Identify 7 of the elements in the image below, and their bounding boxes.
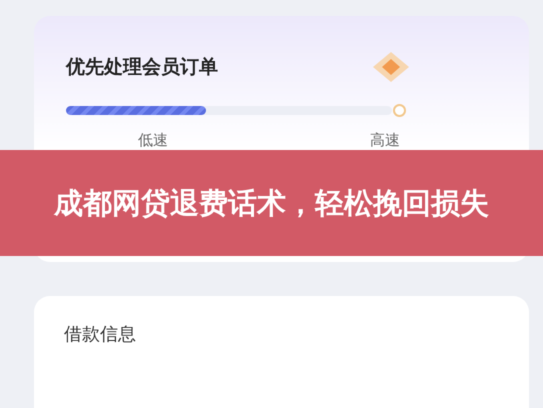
end-dot	[393, 104, 406, 117]
speed-label: 高速	[370, 131, 400, 150]
headline: 成都网贷退费话术，轻松挽回损失	[54, 186, 489, 220]
diamond-icon	[371, 50, 411, 84]
card-title: 借款信息	[64, 323, 137, 346]
speed-label: 低速	[138, 131, 168, 150]
card-title: 优先处理会员订单	[66, 55, 218, 80]
